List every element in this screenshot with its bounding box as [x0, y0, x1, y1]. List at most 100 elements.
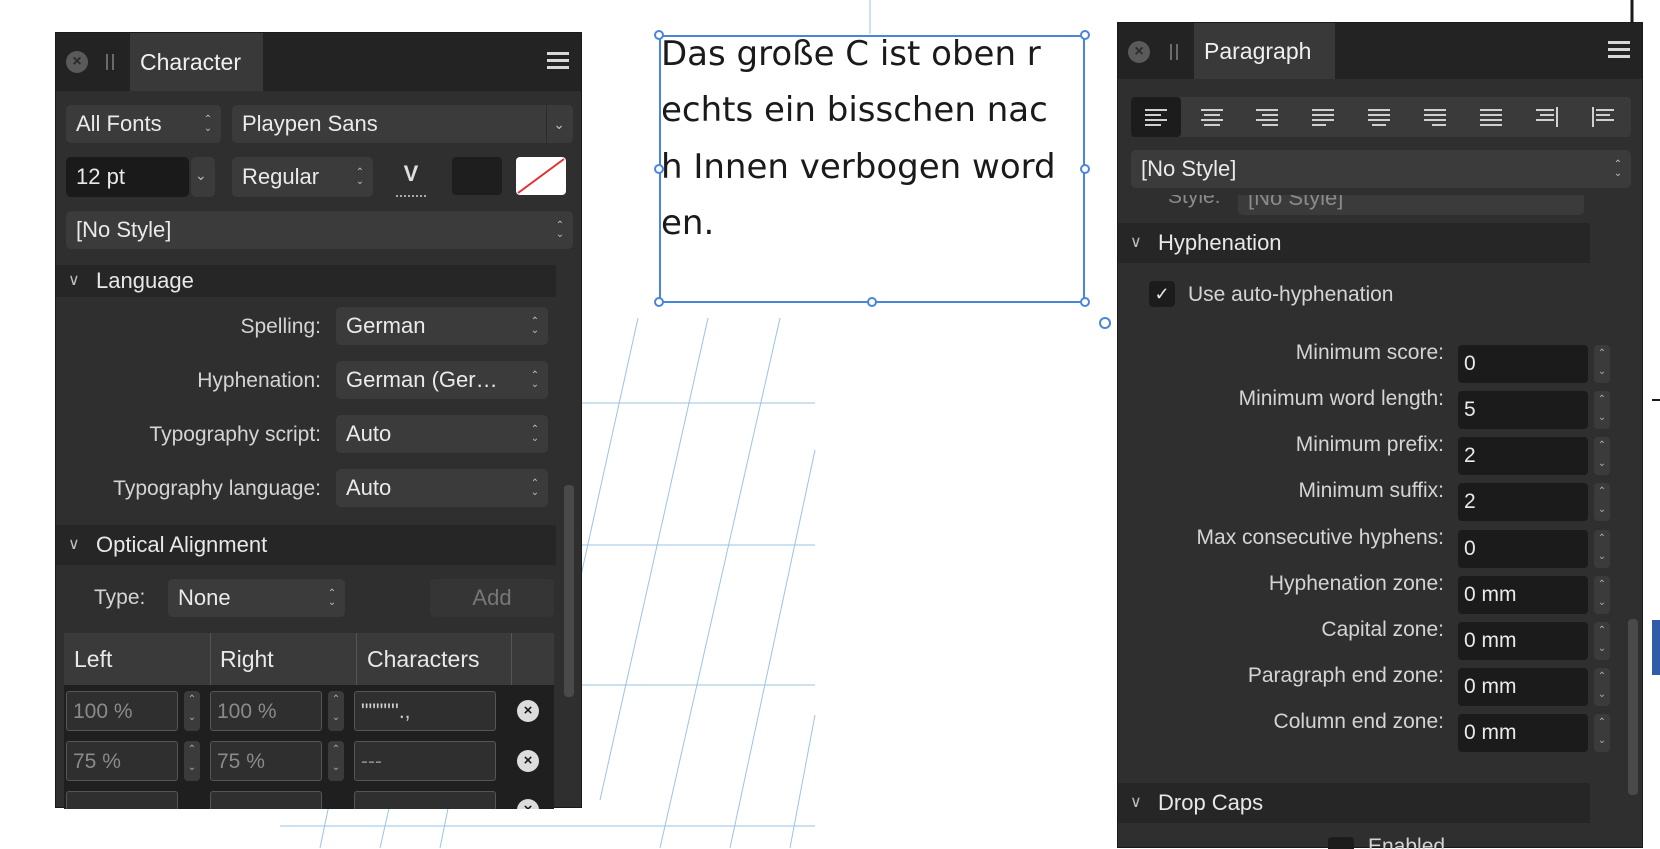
right-stepper[interactable]: ⌃ ⌄	[328, 741, 344, 781]
chevron-down-icon: ∨	[1130, 234, 1142, 251]
add-button-label: Add	[472, 585, 512, 610]
left-stepper[interactable]: ⌃ ⌄	[184, 741, 200, 781]
frame-handle-tr[interactable]	[1080, 30, 1090, 40]
section-optical-alignment[interactable]: ∨ Optical Alignment	[56, 525, 556, 565]
font-style-select[interactable]: Regular ⌃ ⌄	[232, 157, 373, 197]
frame-text-line-4[interactable]: en.	[661, 196, 714, 250]
section-drop-caps[interactable]: ∨ Drop Caps	[1118, 783, 1590, 823]
remove-row-icon[interactable]: ×	[517, 799, 539, 809]
text-stroke-swatch[interactable]	[516, 157, 566, 195]
menu-icon[interactable]	[547, 52, 569, 70]
col-header-right[interactable]: Right	[220, 633, 357, 685]
column-end-zone-input[interactable]: 0 mm	[1458, 714, 1588, 752]
minimum-score-stepper[interactable]: ⌃ ⌄	[1594, 345, 1610, 383]
minimum-score-input[interactable]: 0	[1458, 345, 1588, 383]
minimum-prefix-input[interactable]: 2	[1458, 437, 1588, 475]
align-center-icon[interactable]	[1187, 97, 1237, 137]
col-header-left[interactable]: Left	[74, 633, 211, 685]
character-scrollbar[interactable]	[564, 485, 574, 697]
align-right-icon[interactable]	[1242, 97, 1292, 137]
close-icon[interactable]: ×	[66, 51, 88, 73]
right-percent-input[interactable]	[210, 791, 322, 809]
left-percent-input[interactable]: 100 %	[66, 691, 178, 731]
right-percent-input[interactable]: 75 %	[210, 741, 322, 781]
justify-center-icon[interactable]	[1354, 97, 1404, 137]
remove-row-icon[interactable]: ×	[517, 700, 539, 722]
grip-icon[interactable]	[106, 54, 114, 70]
typography-script-select[interactable]: Auto ⌃ ⌄	[336, 415, 548, 453]
minimum-prefix-stepper[interactable]: ⌃ ⌄	[1594, 437, 1610, 475]
section-language[interactable]: ∨ Language	[56, 265, 556, 297]
left-stepper[interactable]: ⌃ ⌄	[184, 691, 200, 731]
characters-input[interactable]	[354, 791, 496, 809]
left-percent-input[interactable]	[66, 791, 178, 809]
type-select[interactable]: None ⌃ ⌄	[168, 579, 345, 617]
font-size-dropdown[interactable]: ⌄	[191, 157, 215, 197]
characters-input[interactable]: """"''.,	[354, 691, 496, 731]
paragraph-end-zone-stepper[interactable]: ⌃ ⌄	[1594, 668, 1610, 706]
chevron-down-icon: ∨	[1130, 794, 1142, 811]
auto-hyphenation-checkbox[interactable]: ✓	[1149, 281, 1175, 307]
hyphenation-select[interactable]: German (Ger… ⌃ ⌄	[336, 361, 548, 399]
font-collection-select[interactable]: All Fonts ⌃ ⌄	[66, 105, 221, 143]
table-row[interactable]: 100 % ⌃ ⌄ 100 % ⌃ ⌄ """"''., ×	[64, 685, 554, 737]
text-fill-swatch[interactable]	[452, 157, 502, 195]
menu-icon[interactable]	[1608, 41, 1630, 59]
capital-zone-input[interactable]: 0 mm	[1458, 622, 1588, 660]
frame-handle-bm[interactable]	[867, 297, 877, 307]
frame-handle-bl[interactable]	[654, 297, 664, 307]
align-away-spine-icon[interactable]	[1578, 97, 1628, 137]
max-consecutive-hyphens-stepper[interactable]: ⌃ ⌄	[1594, 530, 1610, 568]
paragraph-scrollbar[interactable]	[1628, 619, 1638, 795]
hyphenation-zone-input[interactable]: 0 mm	[1458, 576, 1588, 614]
right-stepper[interactable]: ⌃ ⌄	[328, 691, 344, 731]
typography-language-value: Auto	[346, 475, 392, 500]
capital-zone-stepper[interactable]: ⌃ ⌄	[1594, 622, 1610, 660]
font-family-select[interactable]: Playpen Sans ⌄	[232, 105, 573, 143]
tab-paragraph[interactable]: Paragraph	[1194, 23, 1335, 79]
right-percent-input[interactable]: 100 %	[210, 691, 322, 731]
frame-text-line-2[interactable]: echts ein bisschen nac	[661, 83, 1048, 137]
characters-input[interactable]: ---	[354, 741, 496, 781]
partial-style-select[interactable]: [No Style]	[1238, 195, 1584, 215]
paragraph-end-zone-input[interactable]: 0 mm	[1458, 668, 1588, 706]
justify-all-icon[interactable]	[1466, 97, 1516, 137]
typography-language-select[interactable]: Auto ⌃ ⌄	[336, 469, 548, 507]
table-row[interactable]: 75 % ⌃ ⌄ 75 % ⌃ ⌄ --- ×	[64, 737, 554, 789]
frame-rotate-handle[interactable]	[1099, 317, 1111, 329]
add-button[interactable]: Add	[430, 579, 554, 617]
minimum-suffix-input[interactable]: 2	[1458, 483, 1588, 521]
drop-caps-enabled-checkbox[interactable]	[1328, 837, 1354, 849]
minimum-word-length-stepper[interactable]: ⌃ ⌄	[1594, 391, 1610, 429]
frame-handle-mr[interactable]	[1080, 164, 1090, 174]
max-consecutive-hyphens-input[interactable]: 0	[1458, 530, 1588, 568]
section-hyphenation[interactable]: ∨ Hyphenation	[1118, 223, 1590, 263]
frame-handle-br[interactable]	[1080, 297, 1090, 307]
paragraph-style-select[interactable]: [No Style] ⌃ ⌄	[1131, 150, 1631, 188]
minimum-word-length-input[interactable]: 5	[1458, 391, 1588, 429]
align-towards-spine-icon[interactable]	[1522, 97, 1572, 137]
remove-row-icon[interactable]: ×	[517, 750, 539, 772]
grip-icon[interactable]	[1170, 44, 1178, 60]
justify-right-icon[interactable]	[1410, 97, 1460, 137]
close-icon[interactable]: ×	[1128, 41, 1150, 63]
minimum-suffix-stepper[interactable]: ⌃ ⌄	[1594, 483, 1610, 521]
justify-left-icon[interactable]	[1298, 97, 1348, 137]
font-size-input[interactable]: 12 pt	[66, 157, 189, 197]
spelling-select[interactable]: German ⌃ ⌄	[336, 307, 548, 345]
frame-text-line-1[interactable]: Das große C ist oben r	[661, 27, 1041, 81]
left-percent-input[interactable]: 75 %	[66, 741, 178, 781]
frame-handle-tl[interactable]	[654, 30, 664, 40]
capital-zone-label: Capital zone:	[1321, 618, 1444, 641]
drop-caps-enabled-row: Enabled	[1118, 831, 1618, 849]
frame-handle-ml[interactable]	[654, 164, 664, 174]
hyphenation-zone-stepper[interactable]: ⌃ ⌄	[1594, 576, 1610, 614]
column-end-zone-stepper[interactable]: ⌃ ⌄	[1594, 714, 1610, 752]
character-style-select[interactable]: [No Style] ⌃ ⌄	[66, 211, 573, 249]
frame-text-line-3[interactable]: h Innen verbogen word	[661, 140, 1056, 194]
table-row[interactable]: ×	[64, 789, 554, 809]
kerning-icon[interactable]: V	[396, 159, 426, 197]
col-header-characters[interactable]: Characters	[367, 633, 512, 685]
tab-character[interactable]: Character	[130, 33, 263, 91]
align-left-icon[interactable]	[1131, 97, 1181, 137]
